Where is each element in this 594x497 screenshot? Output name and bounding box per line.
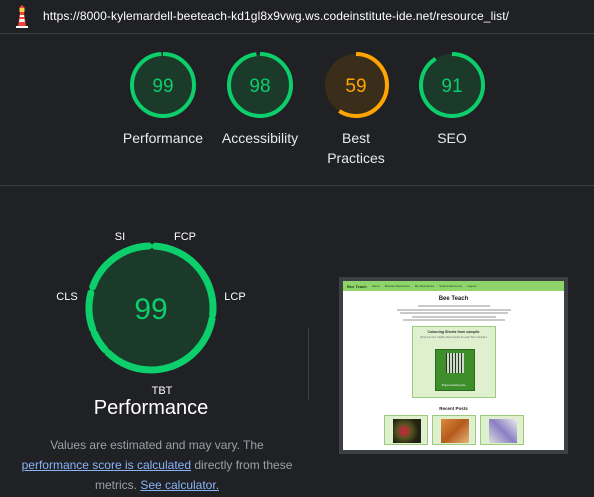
page-url: https://8000-kylemardell-beeteach-kd1gl8… [43,9,510,23]
gauge-ring: 98 [227,52,293,118]
gauge-score: 91 [441,76,462,97]
gauge-accessibility[interactable]: 98 Accessibility [205,51,315,148]
metric-fcp-label[interactable]: FCP [174,231,196,243]
thumb-navbar: Bee Teach Home Browse Resources My Resou… [343,281,564,291]
gauge-label: Best Practices [327,130,385,166]
thumb-nav-item: Home [371,284,380,288]
thumb-card-subtitle: (Find out Lime notably shared today for … [420,336,487,339]
url-bar: https://8000-kylemardell-beeteach-kd1gl8… [0,0,594,34]
thumb-recent-title: Recent Posts [439,406,468,411]
gauge-ring: 59 [323,52,389,118]
metric-tbt-label[interactable]: TBT [152,385,173,397]
thumb-qr-image [445,353,464,373]
gauge-best-practices[interactable]: 59 Best Practices [301,51,411,168]
thumb-post [431,415,476,445]
gauge-ring: 91 [419,52,485,118]
thumb-nav-item: Submit Resource [439,284,463,288]
thumb-card-title: Colouring Sheets from compile [427,330,480,334]
thumb-heading: Bee Teach [438,296,469,302]
score-gauges: 99 Performance 98 Accessibility 59 Best … [0,34,594,186]
thumb-post [383,415,428,445]
thumb-body: Bee Teach Colouring Sheets from compile … [343,291,564,445]
note-text: Values are estimated and may vary. The [50,438,264,452]
gauge-score: 98 [249,76,270,97]
thumb-card-image: Project colouring she... [434,349,475,391]
thumb-nav-item: My Resources [414,284,435,288]
thumb-intro-text [394,305,514,321]
thumb-nav-item: Logout [467,284,477,288]
performance-title: Performance [93,397,209,419]
performance-score-large: 99 [134,293,167,326]
metric-cls-label[interactable]: CLS [56,291,77,303]
performance-note: Values are estimated and may vary. The p… [12,435,302,495]
lighthouse-logo-icon [11,5,33,29]
gauge-performance[interactable]: 99 Performance [108,51,218,148]
performance-gauge-large: 99 SI FCP LCP TBT CLS [40,222,280,402]
thumb-nav-item: Browse Resources [384,284,410,288]
thumb-card-caption: Project colouring she... [441,384,468,387]
metric-lcp-label[interactable]: LCP [224,291,245,303]
thumb-post [479,415,524,445]
performance-metric-ring: 99 SI FCP LCP TBT CLS [56,231,245,397]
thumb-recent-posts [343,415,564,445]
see-calculator-link[interactable]: See calculator. [140,478,219,492]
page-screenshot-thumbnail[interactable]: Bee Teach Home Browse Resources My Resou… [339,277,568,454]
metric-si-label[interactable]: SI [115,231,125,243]
gauge-ring: 99 [130,52,196,118]
gauge-label: SEO [437,130,467,146]
vertical-divider [308,328,309,400]
metric-arc-si [85,289,97,333]
gauge-label: Performance [122,130,204,146]
thumb-resource-card: Colouring Sheets from compile (Find out … [411,326,496,398]
thumb-brand: Bee Teach [347,283,367,289]
gauge-score: 99 [152,76,173,97]
gauge-score: 59 [345,76,366,97]
gauge-seo[interactable]: 91 SEO [397,51,507,148]
gauge-label: Accessibility [221,130,299,146]
performance-score-link[interactable]: performance score is calculated [22,458,191,472]
